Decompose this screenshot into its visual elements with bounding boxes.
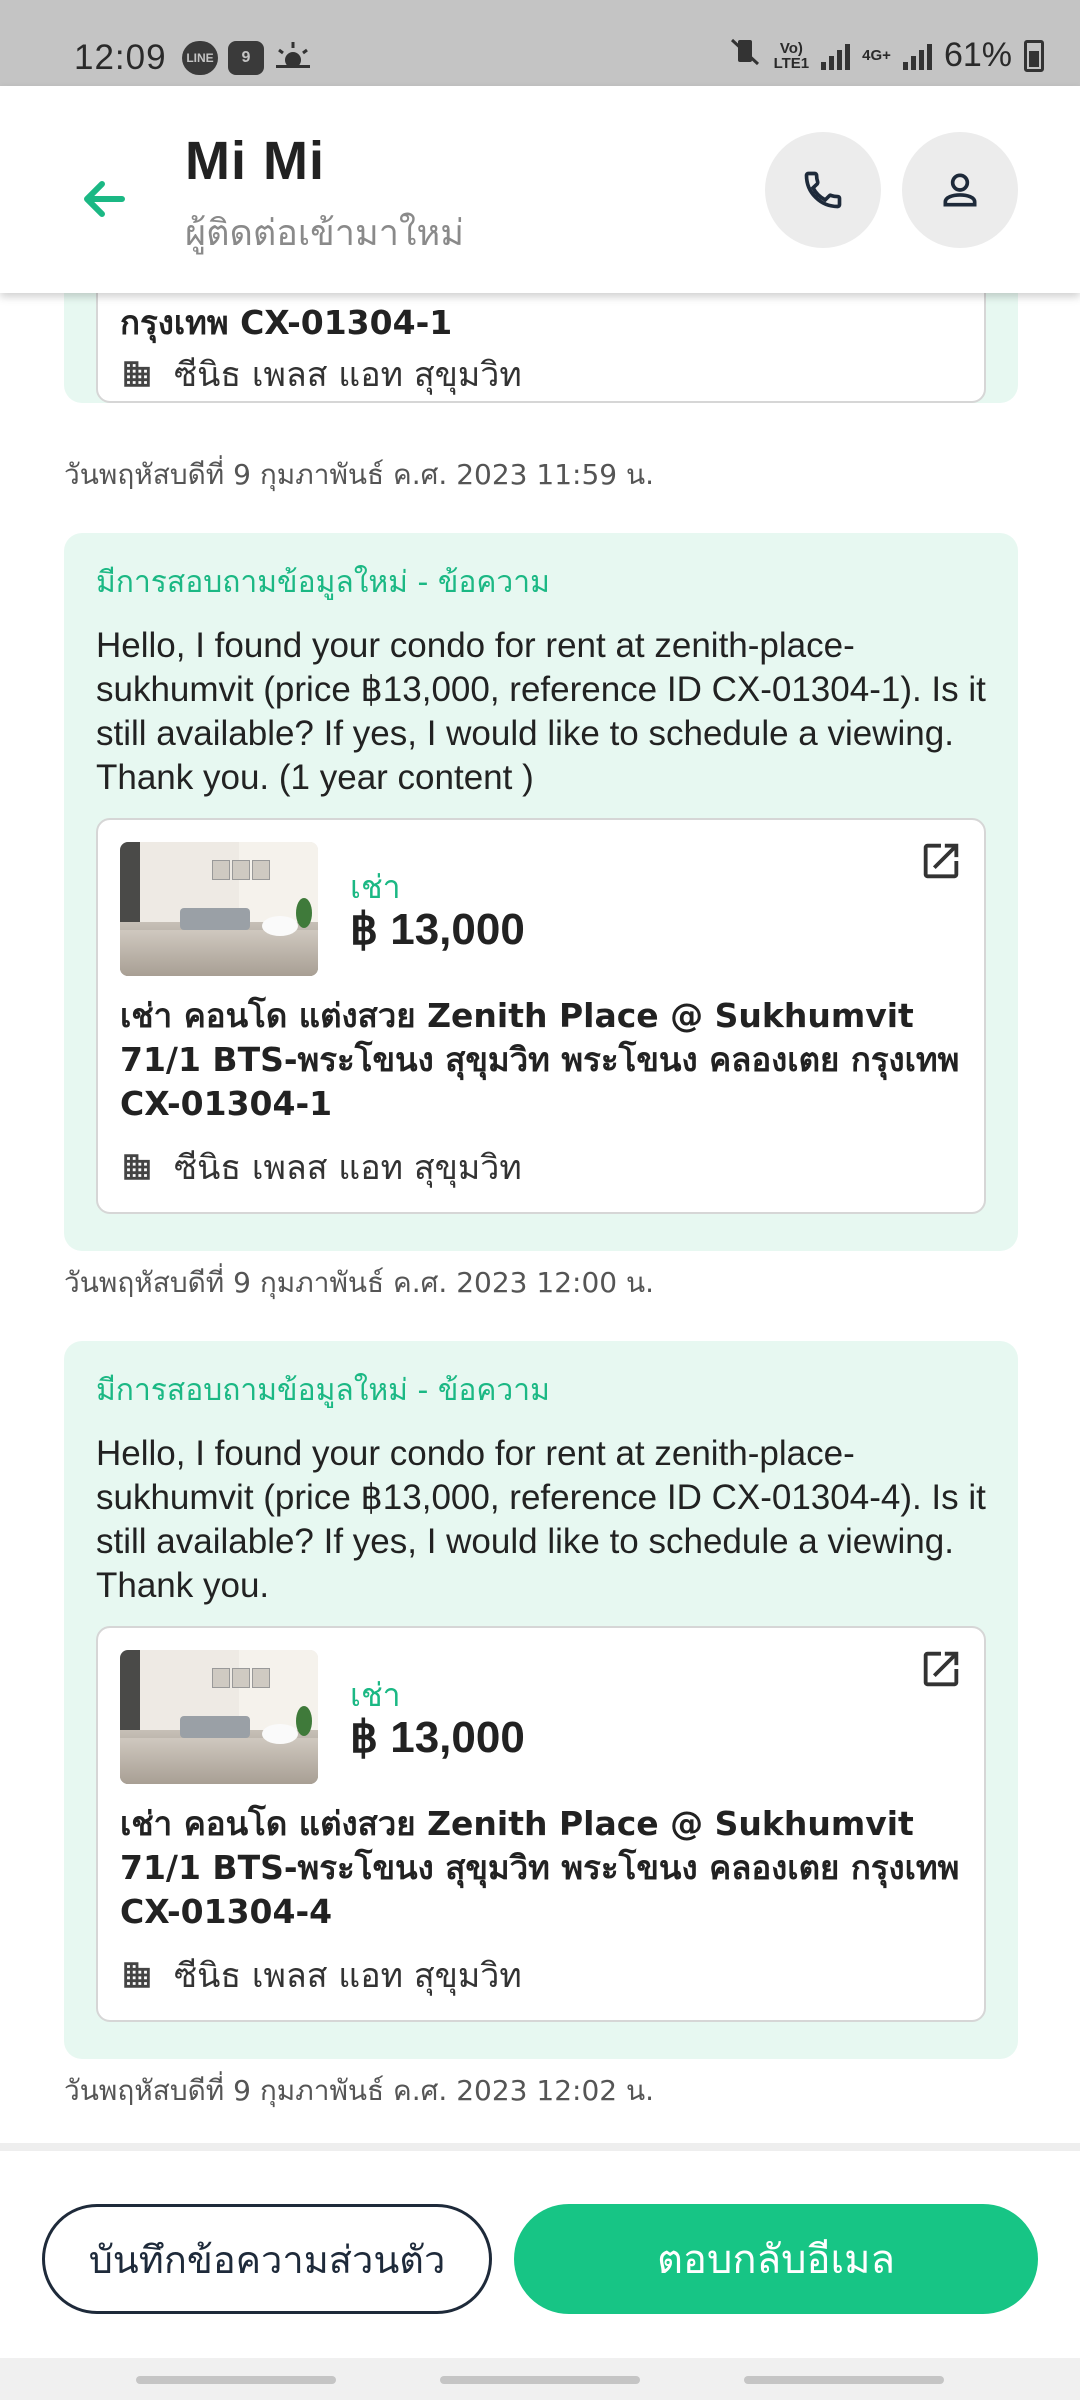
- battery-icon: [1024, 39, 1044, 72]
- nav-back-button[interactable]: [744, 2376, 944, 2384]
- contact-status: ผู้ติดต่อเข้ามาใหม่: [185, 213, 464, 254]
- building-icon: [124, 1962, 150, 1988]
- signal-icon-2: [902, 42, 932, 70]
- reply-email-button[interactable]: ตอบกลับอีเมล: [514, 2204, 1038, 2314]
- message-feed[interactable]: กรุงเทพ CX-01304-1 ซีนิธ เพลส แอท สุขุมว…: [0, 293, 1080, 2143]
- person-icon: [943, 173, 977, 207]
- building-icon: [124, 361, 150, 387]
- message-title: มีการสอบถามข้อมูลใหม่ - ข้อความ: [96, 565, 550, 600]
- listing-price: ฿ 13,000: [350, 1713, 525, 1762]
- listing-building: ซีนิธ เพลส แอท สุขุมวิท: [120, 1140, 522, 1194]
- system-nav-bar: [0, 2358, 1080, 2400]
- message-bubble: มีการสอบถามข้อมูลใหม่ - ข้อความ Hello, I…: [64, 533, 1018, 1251]
- status-bar: 12:09 LINE 9 Vo) LTE1 4G+ 61%: [0, 0, 1080, 86]
- message-title: มีการสอบถามข้อมูลใหม่ - ข้อความ: [96, 1373, 550, 1408]
- notification-icons: LINE 9: [182, 40, 312, 75]
- app-header: Mi Mi ผู้ติดต่อเข้ามาใหม่: [0, 86, 1080, 293]
- building-icon: [124, 1154, 150, 1180]
- weather-icon: [274, 40, 312, 75]
- listing-title: กรุงเทพ CX-01304-1: [120, 303, 453, 342]
- message-bubble: มีการสอบถามข้อมูลใหม่ - ข้อความ Hello, I…: [64, 1341, 1018, 2059]
- private-note-button[interactable]: บันทึกข้อความส่วนตัว: [42, 2204, 492, 2314]
- phone-icon: [804, 171, 842, 209]
- open-external-icon[interactable]: [918, 838, 964, 884]
- listing-card[interactable]: กรุงเทพ CX-01304-1 ซีนิธ เพลส แอท สุขุมว…: [96, 293, 986, 403]
- profile-button[interactable]: [902, 132, 1018, 248]
- calendar-icon: 9: [228, 40, 264, 75]
- listing-photo: [120, 1650, 318, 1784]
- listing-title: เช่า คอนโด แต่งสวย Zenith Place @ Sukhum…: [120, 1804, 960, 1931]
- call-button[interactable]: [765, 132, 881, 248]
- back-button[interactable]: [70, 164, 140, 234]
- listing-building: ซีนิธ เพลส แอท สุขุมวิท: [120, 1948, 522, 2002]
- listing-card[interactable]: เช่า ฿ 13,000 เช่า คอนโด แต่งสวย Zenith …: [96, 1626, 986, 2022]
- volte-indicator: Vo) LTE1: [773, 39, 810, 72]
- listing-building: ซีนิธ เพลส แอท สุขุมวิท: [120, 347, 522, 401]
- open-external-icon[interactable]: [918, 1646, 964, 1692]
- system-indicators: Vo) LTE1 4G+ 61%: [728, 36, 1044, 75]
- listing-card[interactable]: เช่า ฿ 13,000 เช่า คอนโด แต่งสวย Zenith …: [96, 818, 986, 1214]
- nav-recent-button[interactable]: [136, 2376, 336, 2384]
- line-icon: LINE: [182, 40, 218, 75]
- contact-name: Mi Mi: [185, 131, 325, 191]
- listing-title: เช่า คอนโด แต่งสวย Zenith Place @ Sukhum…: [120, 996, 960, 1123]
- listing-price: ฿ 13,000: [350, 905, 525, 954]
- arrow-left-icon: [84, 181, 125, 217]
- signal-icon-1: [821, 42, 851, 70]
- bubble-tail: [36, 403, 76, 411]
- message-body: Hello, I found your condo for rent at ze…: [96, 626, 986, 797]
- message-timestamp: วันพฤหัสบดีที่ 9 กุมภาพันธ์ ค.ศ. 2023 12…: [64, 1266, 655, 1299]
- message-timestamp: วันพฤหัสบดีที่ 9 กุมภาพันธ์ ค.ศ. 2023 11…: [64, 458, 655, 491]
- message-timestamp: วันพฤหัสบดีที่ 9 กุมภาพันธ์ ค.ศ. 2023 12…: [64, 2074, 655, 2107]
- network-type: 4G+: [862, 47, 891, 64]
- nav-home-button[interactable]: [440, 2376, 640, 2384]
- clock: 12:09: [74, 38, 167, 77]
- mute-vibrate-icon: [728, 36, 762, 75]
- battery-percent: 61%: [943, 36, 1012, 74]
- message-body: Hello, I found your condo for rent at ze…: [96, 1434, 986, 1605]
- action-bar: บันทึกข้อความส่วนตัว ตอบกลับอีเมล: [0, 2143, 1080, 2400]
- listing-photo: [120, 842, 318, 976]
- message-bubble-partial: กรุงเทพ CX-01304-1 ซีนิธ เพลส แอท สุขุมว…: [64, 293, 1018, 403]
